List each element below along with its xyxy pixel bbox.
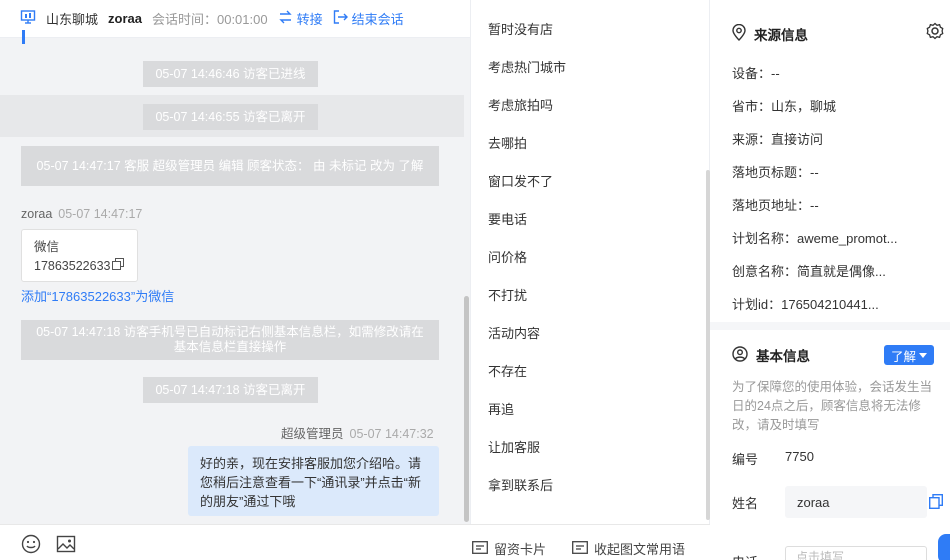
system-message: 05-07 14:47:18 访客已离开 xyxy=(143,377,318,403)
quick-reply-item[interactable]: 窗口发不了 xyxy=(488,171,553,190)
monitor-icon xyxy=(20,9,36,28)
sender-name: zoraa xyxy=(21,207,53,221)
status-dropdown[interactable]: 了解 xyxy=(884,345,934,365)
quick-reply-item[interactable]: 考虑热门城市 xyxy=(488,57,566,76)
system-message: 05-07 14:47:17 客服 超级管理员 编辑 顾客状态： 由 未标记 改… xyxy=(21,146,439,186)
sender-time: 05-07 14:47:17 xyxy=(58,207,143,221)
phone-field[interactable]: 点击填写 xyxy=(785,546,927,560)
end-session-label: 结束会话 xyxy=(351,12,404,27)
section-divider xyxy=(710,322,950,330)
source-field: 来源：直接访问 xyxy=(732,132,824,147)
quick-reply-item[interactable]: 再追 xyxy=(488,399,514,418)
quick-reply-item[interactable]: 去哪拍 xyxy=(488,133,527,152)
source-info-header: 来源信息 xyxy=(732,23,808,44)
creative-name-field: 创意名称：简直就是偶像... xyxy=(732,264,886,279)
floating-action-button[interactable] xyxy=(938,534,950,560)
caret-down-icon xyxy=(919,348,927,362)
message-icon xyxy=(572,540,588,557)
edit-notice: 为了保障您的使用体验，会话发生当日的24点之后，顾客信息将无法修改，请及时填写 xyxy=(732,380,933,432)
id-label: 编号 xyxy=(732,452,759,467)
transfer-icon xyxy=(278,10,293,27)
visitor-location: 山东聊城 xyxy=(46,12,99,27)
visitor-info-pane: 来源信息 设备：-- 省市：山东，聊城 来源：直接访问 落地页标题：-- 落地页… xyxy=(710,0,950,560)
card-icon xyxy=(472,540,488,557)
settings-icon[interactable] xyxy=(926,22,944,43)
copy-name-icon[interactable] xyxy=(928,493,944,512)
keep-card-label: 留资卡片 xyxy=(494,542,547,557)
app-root: 山东聊城 zoraa 会话时间：00:01:00 转接 结束会话 05-07 1… xyxy=(0,0,950,560)
chat-header: 山东聊城 zoraa 会话时间：00:01:00 转接 结束会话 xyxy=(0,0,470,38)
transfer-button[interactable]: 转接 xyxy=(278,9,323,28)
quick-reply-item[interactable]: 考虑旅拍吗 xyxy=(488,95,553,114)
image-icon[interactable] xyxy=(56,534,76,554)
name-value: zoraa xyxy=(797,494,830,510)
session-time: 会话时间：00:01:00 xyxy=(151,12,268,27)
source-info-title: 来源信息 xyxy=(754,28,808,43)
system-message: 05-07 14:46:55 访客已离开 xyxy=(143,104,318,130)
visitor-name: zoraa xyxy=(108,11,142,26)
basic-info-title: 基本信息 xyxy=(756,349,810,364)
chat-scrollbar[interactable] xyxy=(464,296,469,522)
quick-reply-item[interactable]: 让加客服 xyxy=(488,437,540,456)
quick-reply-item[interactable]: 活动内容 xyxy=(488,323,540,342)
landing-title-field: 落地页标题：-- xyxy=(732,165,819,180)
plan-id-field: 计划id：176504210441... xyxy=(732,297,879,312)
device-field: 设备：-- xyxy=(732,66,780,81)
keep-card-button[interactable]: 留资卡片 xyxy=(472,539,546,558)
agent-message-bubble: 好的亲，现在安排客服加您介绍哈。请您稍后注意查看一下“通讯录”并点击“新的朋友”… xyxy=(188,446,439,516)
message-indicator xyxy=(22,30,25,44)
quick-reply-item[interactable]: 要电话 xyxy=(488,209,527,228)
quick-reply-item[interactable]: 不存在 xyxy=(488,361,527,380)
emoji-icon[interactable] xyxy=(21,534,41,554)
quick-reply-item[interactable]: 拿到联系后 xyxy=(488,475,553,494)
collapse-phrases-label: 收起图文常用语 xyxy=(594,542,686,557)
sender-time: 05-07 14:47:32 xyxy=(349,427,434,441)
quick-reply-item[interactable]: 暂时没有店 xyxy=(488,19,553,38)
name-label: 姓名 xyxy=(732,496,759,511)
landing-url-field: 落地页地址：-- xyxy=(732,198,819,213)
location-pin-icon xyxy=(732,23,746,44)
agent-meta: 超级管理员 05-07 14:47:32 xyxy=(281,423,434,442)
user-circle-icon xyxy=(732,345,748,365)
province-field: 省市：山东，聊城 xyxy=(732,99,837,114)
system-message: 05-07 14:46:46 访客已进线 xyxy=(143,61,318,87)
quick-reply-item[interactable]: 不打扰 xyxy=(488,285,527,304)
bottom-toolbar: 留资卡片 收起图文常用语 xyxy=(0,524,710,560)
phone-label: 电话 xyxy=(732,552,758,560)
wechat-card: 微信 17863522633 xyxy=(21,229,138,282)
name-field[interactable]: zoraa xyxy=(785,486,927,518)
card-title: 微信 xyxy=(34,240,60,254)
collapse-phrases-button[interactable]: 收起图文常用语 xyxy=(572,539,685,558)
status-label: 了解 xyxy=(890,349,916,364)
add-wechat-link[interactable]: 添加“17863522633”为微信 xyxy=(21,286,174,305)
end-session-button[interactable]: 结束会话 xyxy=(333,9,404,28)
visitor-meta: zoraa 05-07 14:47:17 xyxy=(21,207,142,221)
plan-name-field: 计划名称：aweme_promot... xyxy=(732,231,898,246)
basic-info-header: 基本信息 xyxy=(732,345,810,365)
card-number: 17863522633 xyxy=(34,259,111,273)
chat-pane: 山东聊城 zoraa 会话时间：00:01:00 转接 结束会话 05-07 1… xyxy=(0,0,470,560)
quick-reply-panel: 暂时没有店考虑热门城市 考虑旅拍吗去哪拍窗口发不了要电话问价格不打扰活动内容不存在… xyxy=(470,0,710,524)
system-message: 05-07 14:47:18 访客手机号已自动标记右侧基本信息栏，如需修改请在基… xyxy=(21,320,439,360)
copy-icon[interactable] xyxy=(112,257,125,276)
exit-icon xyxy=(333,10,348,27)
sender-name: 超级管理员 xyxy=(281,427,344,441)
quick-reply-item[interactable]: 问价格 xyxy=(488,247,527,266)
transfer-label: 转接 xyxy=(296,12,323,27)
id-value: 7750 xyxy=(785,449,814,464)
